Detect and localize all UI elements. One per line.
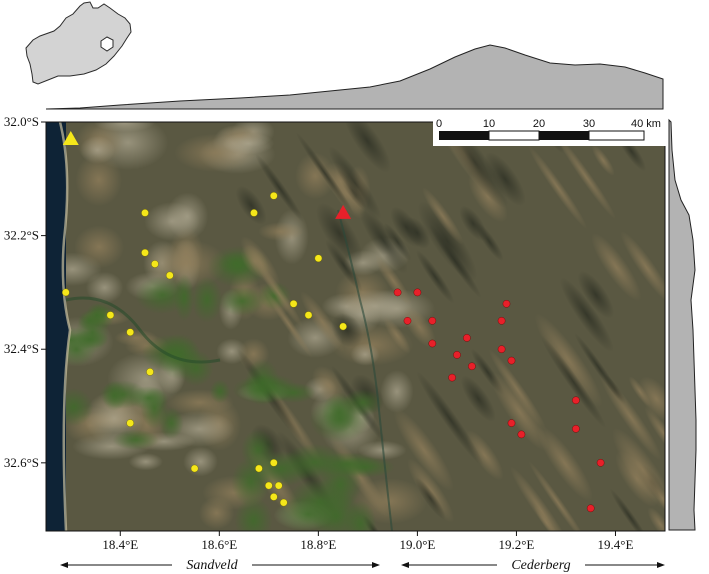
- terrain-patch: [144, 201, 200, 241]
- cederberg-arrowhead-left: [401, 562, 409, 568]
- vegetation-patch: [112, 429, 159, 451]
- south-africa-inset: [25, 1, 132, 85]
- yellow-site-marker: [279, 498, 288, 507]
- yellow-site-marker: [289, 299, 298, 308]
- yellow-site-marker: [126, 328, 134, 337]
- valley-vegetation: [231, 457, 271, 507]
- scale-label-20: 20: [533, 118, 545, 130]
- terrain-patch: [183, 446, 218, 477]
- lon-tick-label: 19.4°E: [598, 537, 634, 552]
- terrain-patch: [75, 153, 122, 207]
- yellow-site-marker: [339, 322, 347, 331]
- yellow-site-marker: [269, 493, 278, 501]
- scale-bar: 0 10 20 30 40 km: [433, 116, 668, 146]
- scale-seg-1: [439, 131, 489, 140]
- yellow-site-marker: [269, 191, 278, 200]
- yellow-site-marker: [255, 464, 263, 473]
- red-site-marker: [403, 316, 412, 325]
- vegetation-patch: [98, 380, 147, 409]
- south-africa-outline: [25, 1, 132, 85]
- lat-tick-label: 32.0°S: [4, 114, 39, 129]
- red-site-marker: [586, 504, 595, 513]
- vegetation-patch: [191, 276, 223, 323]
- red-site-marker: [497, 345, 506, 354]
- yellow-site-marker: [314, 254, 323, 263]
- satellite-map: [46, 122, 665, 531]
- red-site-marker: [596, 458, 605, 467]
- scale-label-0: 0: [436, 118, 442, 130]
- red-site-marker: [572, 396, 580, 405]
- red-site-marker: [448, 373, 456, 382]
- scale-seg-4: [588, 130, 645, 141]
- yellow-site-marker: [274, 481, 283, 490]
- yellow-site-marker: [126, 419, 134, 427]
- valley-vegetation: [232, 375, 294, 404]
- yellow-site-marker: [304, 311, 313, 319]
- yellow-site-marker: [62, 288, 70, 297]
- lat-tick-label: 32.2°S: [4, 228, 39, 243]
- region-labels: Sandveld Cederberg: [60, 558, 665, 573]
- yellow-site-marker: [141, 209, 149, 217]
- vegetation-patch: [178, 350, 214, 387]
- region-label-cederberg: Cederberg: [511, 558, 570, 573]
- lon-tick-label: 19.2°E: [498, 537, 534, 552]
- vegetation-patch: [71, 330, 109, 349]
- terrain-patch: [380, 370, 414, 413]
- red-site-marker: [463, 334, 471, 342]
- scale-label-30: 30: [583, 118, 595, 130]
- yellow-site-marker: [264, 481, 273, 490]
- red-site-marker: [517, 430, 526, 439]
- terrain-patch: [74, 225, 125, 269]
- latitude-ticks: 32.0°S 32.2°S 32.4°S 32.6°S: [4, 114, 46, 470]
- lon-tick-label: 18.4°E: [102, 537, 138, 552]
- terrain-patch: [128, 453, 163, 471]
- red-site-marker: [572, 424, 580, 433]
- yellow-site-marker: [165, 271, 174, 280]
- terrain-patch: [222, 132, 275, 155]
- yellow-site-marker: [106, 311, 115, 319]
- red-site-marker: [468, 362, 476, 371]
- vegetation-patch: [174, 274, 195, 322]
- yellow-site-marker: [269, 458, 278, 467]
- red-site-marker: [413, 288, 422, 297]
- red-site-marker: [497, 316, 506, 325]
- terrain-patch: [258, 222, 304, 242]
- yellow-site-marker: [190, 464, 199, 473]
- elevation-profile-east-west: [45, 44, 664, 110]
- red-site-marker: [507, 356, 516, 365]
- lon-tick-label: 19.0°E: [399, 537, 435, 552]
- scale-label-40: 40 km: [631, 118, 661, 130]
- lat-tick-label: 32.4°S: [4, 341, 39, 356]
- red-site-marker: [428, 316, 437, 325]
- lon-tick-label: 18.8°E: [300, 537, 336, 552]
- region-label-sandveld: Sandveld: [186, 558, 238, 573]
- red-site-marker: [507, 419, 516, 427]
- yellow-site-marker: [250, 209, 258, 217]
- scale-seg-3: [539, 131, 589, 140]
- elevation-profile-north-south: [668, 118, 697, 531]
- vegetation-patch: [209, 379, 231, 404]
- sandveld-arrowhead-left: [60, 562, 68, 568]
- red-site-marker: [428, 339, 437, 348]
- yellow-site-marker: [151, 260, 159, 268]
- scale-label-10: 10: [483, 118, 495, 130]
- lat-tick-label: 32.6°S: [4, 455, 39, 470]
- lon-tick-label: 18.6°E: [201, 537, 237, 552]
- vegetation-patch: [218, 286, 266, 316]
- cederberg-arrowhead-right: [657, 562, 665, 568]
- scale-seg-2: [488, 130, 540, 141]
- figure: 0 10 20 30 40 km 18.4°E 18.6°E 18.8°E 19.0°…: [4, 1, 697, 573]
- longitude-ticks: 18.4°E 18.6°E 18.8°E 19.0°E 19.2°E 19.4°E: [102, 531, 633, 552]
- yellow-site-marker: [141, 248, 149, 257]
- red-site-marker: [502, 299, 511, 308]
- red-site-marker: [393, 288, 402, 297]
- red-site-marker: [453, 351, 461, 359]
- sandveld-arrowhead-right: [372, 562, 380, 568]
- yellow-site-marker: [146, 368, 154, 376]
- valley-vegetation: [314, 452, 381, 476]
